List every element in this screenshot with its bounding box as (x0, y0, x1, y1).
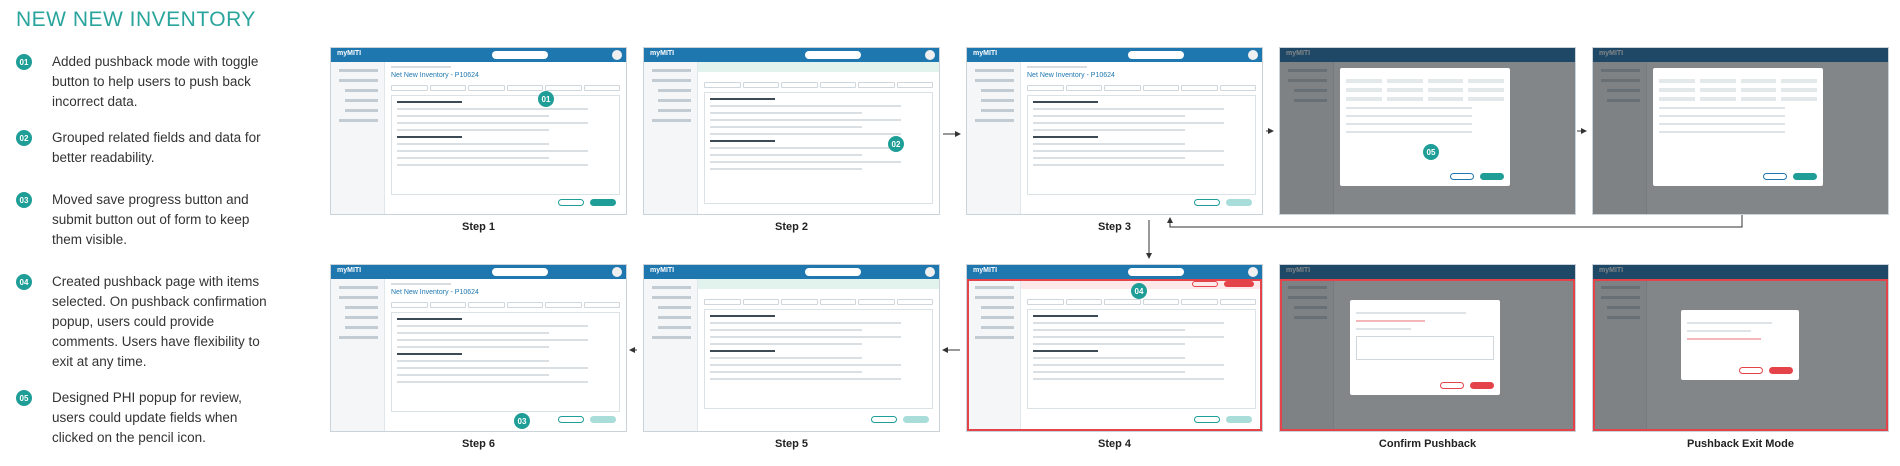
inventory-flow-page: NEW NEW INVENTORY 01 Added pushback mode… (0, 0, 1900, 466)
arrow (1167, 215, 1743, 228)
flow-arrows (629, 128, 1743, 353)
